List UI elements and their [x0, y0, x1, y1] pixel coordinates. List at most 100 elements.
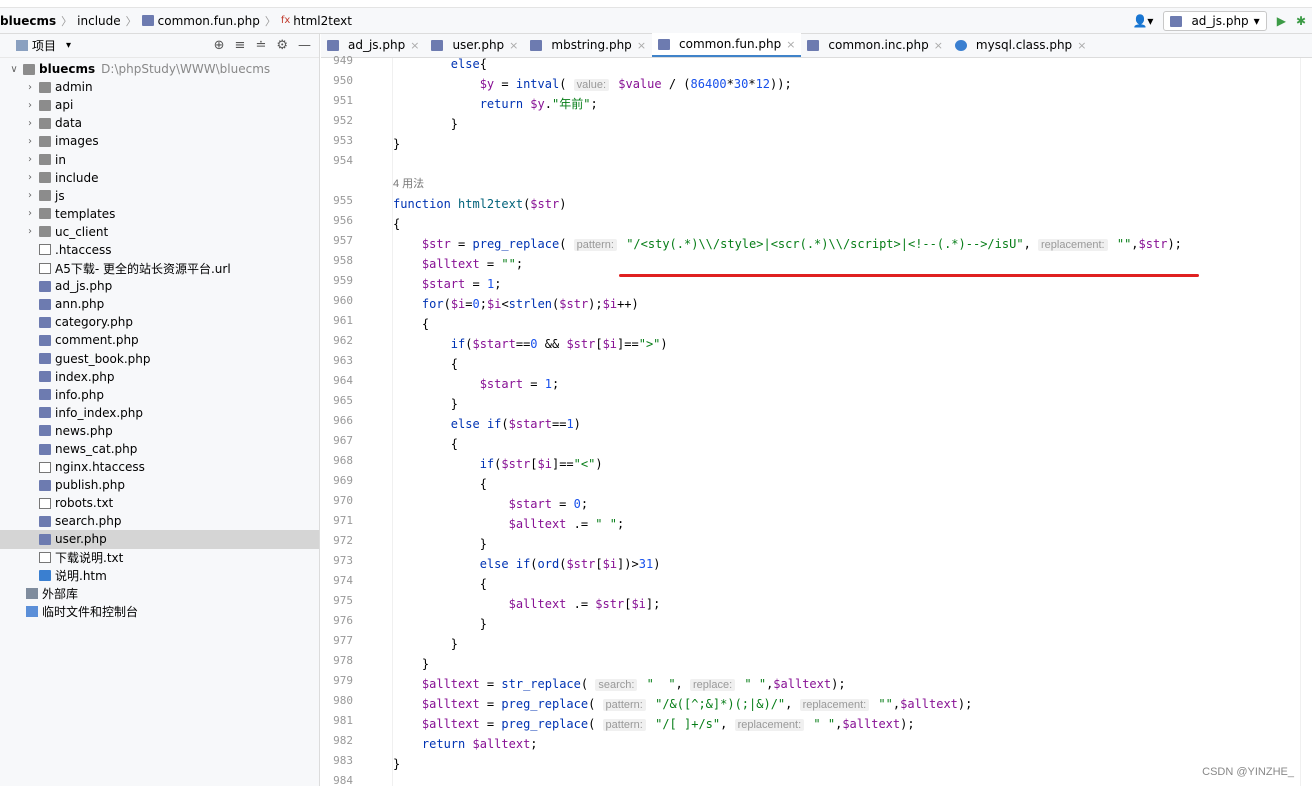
tree-item[interactable]: news_cat.php [0, 440, 319, 458]
chevron-right-icon[interactable]: › [24, 208, 36, 219]
tree-item[interactable]: › api [0, 96, 319, 114]
chevron-right-icon[interactable]: › [24, 136, 36, 147]
tree-item[interactable]: › js [0, 187, 319, 205]
code-line[interactable]: $alltext .= " "; [393, 514, 1312, 534]
chevron-right-icon[interactable]: › [24, 190, 36, 201]
expand-all-icon[interactable]: ≡ [235, 38, 246, 53]
code-line[interactable]: } [393, 134, 1312, 154]
editor-tab[interactable]: mbstring.php × [524, 33, 652, 57]
close-icon[interactable]: × [410, 39, 419, 52]
code-line[interactable]: return $y."年前"; [393, 94, 1312, 114]
tree-item-scratches[interactable]: 临时文件和控制台 [0, 603, 319, 621]
run-configuration-select[interactable]: ad_js.php ▾ [1163, 11, 1267, 31]
code-line[interactable]: } [393, 114, 1312, 134]
chevron-right-icon[interactable]: › [24, 100, 36, 111]
tree-item[interactable]: comment.php [0, 331, 319, 349]
chevron-down-icon[interactable]: ▾ [66, 40, 71, 51]
editor-tab[interactable]: mysql.class.php × [949, 33, 1092, 57]
breadcrumb-project[interactable]: bluecms [0, 14, 56, 28]
close-icon[interactable]: × [786, 38, 795, 51]
code-line[interactable]: { [393, 474, 1312, 494]
code-line[interactable]: else{ [393, 58, 1312, 74]
tree-item[interactable]: ann.php [0, 295, 319, 313]
close-icon[interactable]: × [1077, 39, 1086, 52]
editor-tab[interactable]: common.inc.php × [801, 33, 949, 57]
scrollbar[interactable] [1300, 58, 1312, 786]
code-line[interactable] [393, 774, 1312, 786]
code-line[interactable]: } [393, 634, 1312, 654]
close-icon[interactable]: × [509, 39, 518, 52]
tree-item[interactable]: › include [0, 169, 319, 187]
code-line[interactable]: $alltext = str_replace( search: " ", rep… [393, 674, 1312, 694]
editor-tab[interactable]: user.php × [425, 33, 524, 57]
run-icon[interactable]: ▶ [1277, 14, 1286, 28]
tree-item[interactable]: info_index.php [0, 404, 319, 422]
tree-item[interactable]: A5下载- 更全的站长资源平台.url [0, 259, 319, 277]
close-icon[interactable]: × [637, 39, 646, 52]
code-line[interactable]: $str = preg_replace( pattern: "/<sty(.*)… [393, 234, 1312, 254]
tree-item[interactable]: › uc_client [0, 223, 319, 241]
code-line[interactable]: } [393, 614, 1312, 634]
code-line[interactable]: return $alltext; [393, 734, 1312, 754]
code-line[interactable]: $alltext = preg_replace( pattern: "/[ ]+… [393, 714, 1312, 734]
user-icon[interactable]: 👤▾ [1132, 14, 1153, 28]
code-line[interactable]: } [393, 654, 1312, 674]
sidebar-title[interactable]: 项目 [32, 37, 56, 54]
code-line[interactable]: if($start==0 && $str[$i]==">") [393, 334, 1312, 354]
breadcrumb-dir[interactable]: include [77, 14, 120, 28]
code-line[interactable]: { [393, 574, 1312, 594]
usages-hint[interactable]: 4 用法 [393, 174, 1312, 194]
chevron-right-icon[interactable]: › [24, 154, 36, 165]
tree-item[interactable]: › templates [0, 205, 319, 223]
close-icon[interactable]: × [934, 39, 943, 52]
tree-item[interactable]: › images [0, 132, 319, 150]
tree-item[interactable]: › in [0, 150, 319, 168]
collapse-all-icon[interactable]: ≐ [255, 38, 266, 53]
chevron-right-icon[interactable]: › [24, 82, 36, 93]
tree-item[interactable]: search.php [0, 512, 319, 530]
tree-item[interactable]: index.php [0, 368, 319, 386]
code-line[interactable]: else if($start==1) [393, 414, 1312, 434]
tree-item[interactable]: nginx.htaccess [0, 458, 319, 476]
code-line[interactable]: function html2text($str) [393, 194, 1312, 214]
locate-icon[interactable]: ⊕ [214, 38, 225, 53]
code-line[interactable]: { [393, 314, 1312, 334]
debug-icon[interactable]: ✱ [1296, 14, 1306, 28]
breadcrumb-file[interactable]: common.fun.php [158, 14, 260, 28]
code-line[interactable]: $alltext .= $str[$i]; [393, 594, 1312, 614]
settings-icon[interactable]: ⚙ [276, 38, 288, 53]
tree-item[interactable]: ad_js.php [0, 277, 319, 295]
breadcrumb-function[interactable]: html2text [293, 14, 352, 28]
tree-item[interactable]: category.php [0, 313, 319, 331]
minimize-icon[interactable]: — [298, 38, 311, 53]
code-line[interactable]: $start = 1; [393, 274, 1312, 294]
tree-item[interactable]: news.php [0, 422, 319, 440]
code-line[interactable]: { [393, 354, 1312, 374]
code-line[interactable]: for($i=0;$i<strlen($str);$i++) [393, 294, 1312, 314]
chevron-right-icon[interactable]: › [24, 226, 36, 237]
chevron-right-icon[interactable]: › [24, 118, 36, 129]
code-line[interactable]: } [393, 394, 1312, 414]
editor-tab[interactable]: common.fun.php × [652, 33, 802, 57]
code-line[interactable]: { [393, 434, 1312, 454]
chevron-right-icon[interactable]: › [24, 172, 36, 183]
tree-root[interactable]: ∨ bluecms D:\phpStudy\WWW\bluecms [0, 60, 319, 78]
tree-item[interactable]: publish.php [0, 476, 319, 494]
code-line[interactable]: { [393, 214, 1312, 234]
tree-item[interactable]: › admin [0, 78, 319, 96]
tree-item[interactable]: guest_book.php [0, 350, 319, 368]
code-line[interactable]: $alltext = preg_replace( pattern: "/&([^… [393, 694, 1312, 714]
code-line[interactable]: $alltext = ""; [393, 254, 1312, 274]
tree-item[interactable]: 说明.htm [0, 567, 319, 585]
tree-item[interactable]: user.php [0, 530, 319, 549]
code-line[interactable]: else if(ord($str[$i])>31) [393, 554, 1312, 574]
tree-item[interactable]: 下载说明.txt [0, 549, 319, 567]
code-line[interactable]: $y = intval( value: $value / (86400*30*1… [393, 74, 1312, 94]
code-line[interactable]: } [393, 534, 1312, 554]
chevron-down-icon[interactable]: ∨ [8, 64, 20, 75]
tree-item-external[interactable]: 外部库 [0, 585, 319, 603]
tree-item[interactable]: info.php [0, 386, 319, 404]
tree-item[interactable]: robots.txt [0, 494, 319, 512]
code-line[interactable]: if($str[$i]=="<") [393, 454, 1312, 474]
code-area[interactable]: else{ $y = intval( value: $value / (8640… [393, 58, 1312, 786]
